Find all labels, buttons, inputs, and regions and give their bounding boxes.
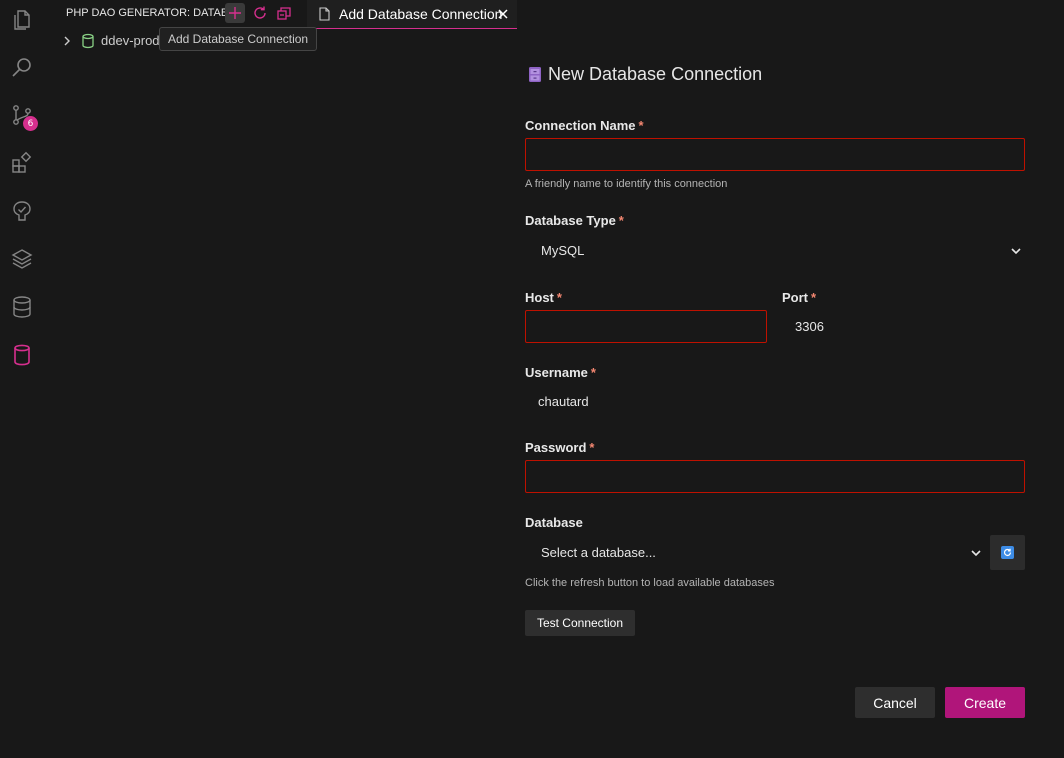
password-label: Password * [525,440,594,455]
search-icon[interactable] [10,55,34,79]
cancel-button[interactable]: Cancel [855,687,935,718]
database-icon[interactable] [10,295,34,319]
password-input[interactable] [525,460,1025,493]
username-label-text: Username [525,365,588,380]
username-input[interactable]: chautard [538,394,589,409]
tooltip: Add Database Connection [159,27,318,51]
required-marker: * [590,365,596,380]
source-control-badge: 6 [23,116,38,131]
add-connection-icon[interactable] [225,3,245,23]
sidebar-header: PHP DAO GENERATOR: DATAB... [44,0,307,27]
required-marker: * [556,290,562,305]
host-label-text: Host [525,290,554,305]
database-help: Click the refresh button to load availab… [525,577,775,589]
form-title-text: New Database Connection [548,64,763,84]
database-icon [82,33,94,49]
required-marker: * [638,118,644,133]
explorer-icon[interactable] [10,8,34,32]
connection-name-label-text: Connection Name [525,118,636,133]
sidebar-title: PHP DAO GENERATOR: DATAB... [66,7,238,19]
file-icon [319,7,330,21]
tab-label: Add Database Connection [339,6,503,22]
port-label: Port * [782,290,816,305]
username-label: Username * [525,365,596,380]
file-cabinet-icon [529,67,541,82]
refresh-icon[interactable] [250,3,270,23]
collapse-all-icon[interactable] [274,3,294,23]
database-type-label: Database Type * [525,213,624,228]
chevron-down-icon [1011,248,1021,255]
refresh-databases-button[interactable] [990,535,1025,570]
port-input[interactable]: 3306 [795,319,824,334]
host-input[interactable] [525,310,767,343]
required-marker: * [589,440,595,455]
tab-add-database-connection[interactable]: Add Database Connection [307,0,517,29]
password-label-text: Password [525,440,587,455]
layers-icon[interactable] [10,247,34,271]
test-connection-button[interactable]: Test Connection [525,610,635,636]
required-marker: * [811,290,817,305]
chevron-down-icon [971,550,981,557]
database-type-select[interactable]: MySQL [525,236,1025,264]
php-dao-database-icon[interactable] [10,343,34,367]
database-label: Database [525,515,583,530]
refresh-icon [1001,546,1014,559]
database-select[interactable]: Select a database... [525,538,985,566]
close-icon[interactable] [496,7,510,21]
required-marker: * [618,213,624,228]
database-type-value: MySQL [541,243,585,258]
chevron-right-icon[interactable] [61,34,73,48]
connection-name-label: Connection Name * [525,118,644,133]
connection-name-input[interactable] [525,138,1025,171]
database-type-label-text: Database Type [525,213,616,228]
page-title: New Database Connection [528,64,762,85]
activity-bar: 6 [0,0,44,758]
extensions-icon[interactable] [10,151,34,175]
database-select-placeholder: Select a database... [541,545,656,560]
host-label: Host * [525,290,562,305]
sidebar: PHP DAO GENERATOR: DATAB... ddev-prod Ad… [44,0,318,758]
port-label-text: Port [782,290,808,305]
tree-item-label: ddev-prod [101,33,160,48]
create-button[interactable]: Create [945,687,1025,718]
testing-icon[interactable] [10,199,34,223]
connection-name-help: A friendly name to identify this connect… [525,178,728,190]
